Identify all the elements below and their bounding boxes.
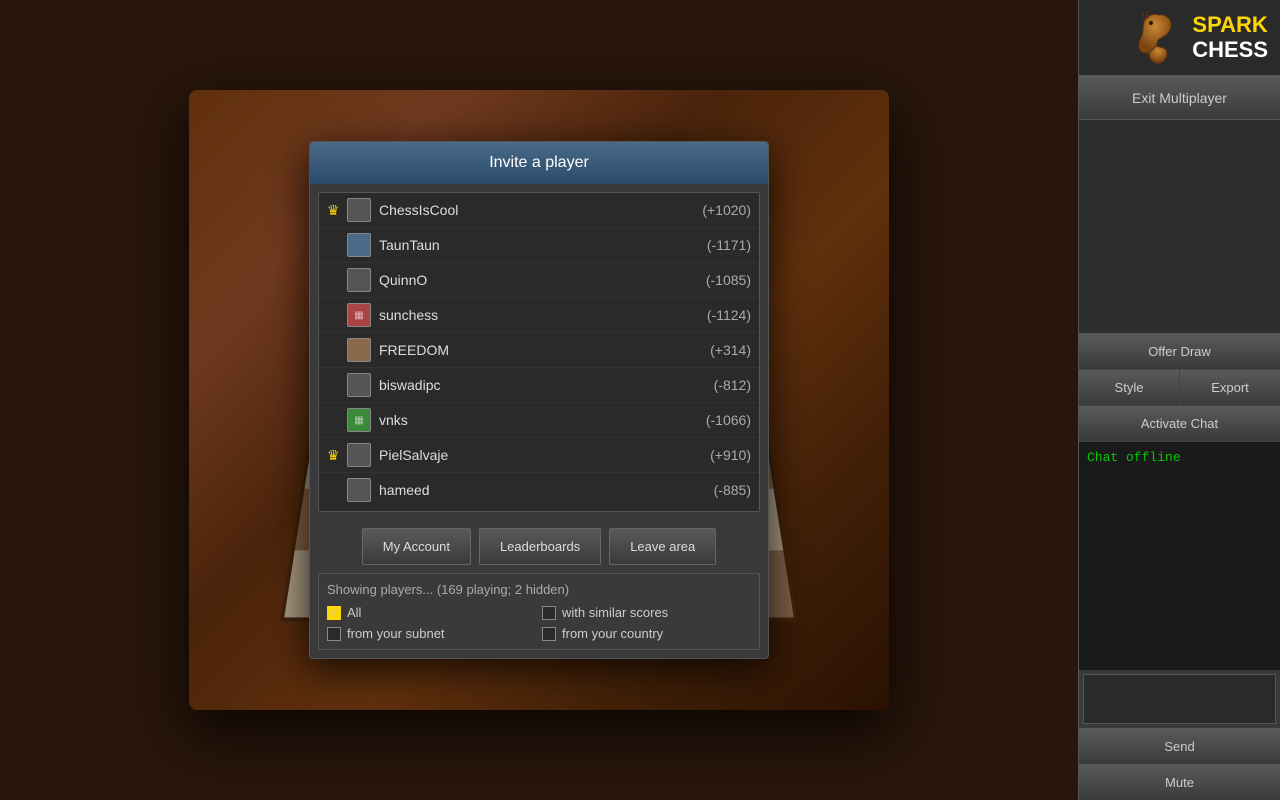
player-row[interactable]: ▦ vnks (-1066) xyxy=(319,403,759,438)
logo-spark: SPARK xyxy=(1192,13,1268,37)
player-avatar: ▦ xyxy=(347,303,371,327)
logo-text: SPARK CHESS xyxy=(1192,13,1268,61)
player-row[interactable]: QuinnO (-1085) xyxy=(319,263,759,298)
player-name: sunchess xyxy=(379,307,707,323)
chat-offline-display: Chat offline xyxy=(1079,442,1280,671)
mute-button[interactable]: Mute xyxy=(1079,764,1280,800)
filter-checkbox[interactable] xyxy=(542,606,556,620)
player-avatar xyxy=(347,233,371,257)
filter-label: with similar scores xyxy=(562,605,668,620)
style-export-row: Style Export xyxy=(1079,370,1280,406)
player-avatar xyxy=(347,268,371,292)
activate-chat-button[interactable]: Activate Chat xyxy=(1079,406,1280,442)
player-name: biswadipc xyxy=(379,377,714,393)
filter-option[interactable]: from your country xyxy=(542,626,751,641)
filter-label: from your subnet xyxy=(347,626,445,641)
player-name: FREEDOM xyxy=(379,342,710,358)
crown-icon: ♛ xyxy=(327,447,343,464)
modal-title: Invite a player xyxy=(489,154,589,171)
filter-title: Showing players... (169 playing; 2 hidde… xyxy=(327,582,751,597)
player-score: (+314) xyxy=(710,342,751,358)
filter-checkbox[interactable] xyxy=(542,627,556,641)
player-avatar xyxy=(347,373,371,397)
chat-status-text: Chat offline xyxy=(1087,450,1181,465)
filter-area: Showing players... (169 playing; 2 hidde… xyxy=(318,573,760,650)
filter-option[interactable]: ✓ All xyxy=(327,605,536,620)
player-row[interactable]: ▦ sunchess (-1124) xyxy=(319,298,759,333)
filter-label: from your country xyxy=(562,626,663,641)
player-name: TaunTaun xyxy=(379,237,707,253)
filter-option[interactable]: with similar scores xyxy=(542,605,751,620)
filter-checkbox[interactable]: ✓ xyxy=(327,606,341,620)
filter-options: ✓ All with similar scores from your subnet f… xyxy=(327,605,751,641)
modal-header: Invite a player xyxy=(310,142,768,184)
invite-player-modal: Invite a player ♛ ChessIsCool (+1020) Taun… xyxy=(309,141,769,659)
player-score: (-1085) xyxy=(706,272,751,288)
filter-label: All xyxy=(347,605,361,620)
player-score: (-1124) xyxy=(707,307,751,323)
player-avatar xyxy=(347,338,371,362)
player-name: QuinnO xyxy=(379,272,706,288)
send-button[interactable]: Send xyxy=(1079,728,1280,764)
player-avatar xyxy=(347,443,371,467)
player-score: (-1066) xyxy=(706,412,751,428)
leave-area-button[interactable]: Leave area xyxy=(609,528,716,565)
player-score: (+910) xyxy=(710,447,751,463)
player-name: PielSalvaje xyxy=(379,447,710,463)
player-row[interactable]: biswadipc (-812) xyxy=(319,368,759,403)
exit-multiplayer-button[interactable]: Exit Multiplayer xyxy=(1079,76,1280,120)
chat-input[interactable] xyxy=(1083,674,1276,724)
export-button[interactable]: Export xyxy=(1180,370,1280,405)
player-score: (-1171) xyxy=(707,237,751,253)
player-row[interactable]: TaunTaun (-1171) xyxy=(319,228,759,263)
player-row[interactable]: hameed (-885) xyxy=(319,473,759,508)
modal-overlay: Invite a player ♛ ChessIsCool (+1020) Taun… xyxy=(0,0,1078,800)
player-avatar: ▦ xyxy=(347,408,371,432)
player-avatar xyxy=(347,198,371,222)
player-name: ChessIsCool xyxy=(379,202,702,218)
modal-action-buttons: My Account Leaderboards Leave area xyxy=(310,520,768,573)
player-row[interactable]: ▦chessbuff (-1104) xyxy=(319,508,759,512)
player-row[interactable]: FREEDOM (+314) xyxy=(319,333,759,368)
sidebar-spacer xyxy=(1079,120,1280,333)
logo-chess: CHESS xyxy=(1192,38,1268,62)
player-row[interactable]: ♛ ChessIsCool (+1020) xyxy=(319,193,759,228)
player-row[interactable]: ♛ PielSalvaje (+910) xyxy=(319,438,759,473)
crown-icon: ♛ xyxy=(327,202,343,219)
filter-option[interactable]: from your subnet xyxy=(327,626,536,641)
player-score: (-885) xyxy=(714,482,751,498)
players-list[interactable]: ♛ChessIsCool (+1020)TaunTaun (-1171)Quin… xyxy=(318,192,760,512)
player-name: vnks xyxy=(379,412,706,428)
style-button[interactable]: Style xyxy=(1079,370,1180,405)
my-account-button[interactable]: My Account xyxy=(362,528,471,565)
main-chess-area: Invite a player ♛ ChessIsCool (+1020) Taun… xyxy=(0,0,1078,800)
logo-area: SPARK CHESS xyxy=(1079,0,1280,76)
player-score: (-812) xyxy=(714,377,751,393)
offer-draw-button[interactable]: Offer Draw xyxy=(1079,333,1280,370)
player-score: (+1020) xyxy=(702,202,751,218)
player-avatar xyxy=(347,478,371,502)
player-name: hameed xyxy=(379,482,714,498)
filter-checkbox[interactable] xyxy=(327,627,341,641)
right-sidebar: SPARK CHESS Exit Multiplayer Offer Draw … xyxy=(1078,0,1280,800)
leaderboards-button[interactable]: Leaderboards xyxy=(479,528,601,565)
horse-icon xyxy=(1134,10,1184,65)
